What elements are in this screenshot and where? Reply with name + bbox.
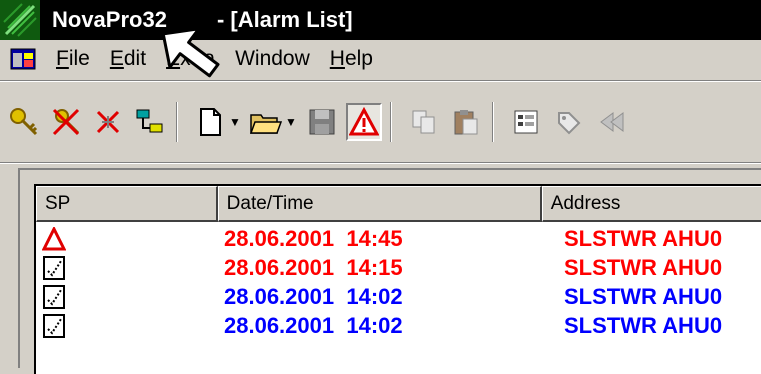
- new-dropdown-arrow-icon[interactable]: ▼: [228, 103, 242, 141]
- app-title: NovaPro32: [52, 7, 167, 32]
- toolbar-separator: [390, 102, 392, 142]
- toolbar-separator: [492, 102, 494, 142]
- properties-icon[interactable]: [508, 103, 544, 141]
- acknowledged-check-icon: [36, 282, 94, 311]
- mouse-pointer-icon: [161, 22, 222, 87]
- menu-edit-label: dit: [123, 47, 147, 70]
- menu-help-label: elp: [344, 47, 373, 70]
- column-header-sp[interactable]: SP: [36, 186, 218, 222]
- row-address: SLSTWR AHU0: [564, 283, 723, 309]
- row-address: SLSTWR AHU0: [564, 225, 723, 251]
- table-row[interactable]: 28.06.2001 14:45 SLSTWR AHU0: [36, 224, 761, 253]
- back-icon[interactable]: [592, 103, 628, 141]
- row-time: 14:15: [346, 254, 403, 280]
- row-time: 14:02: [346, 283, 403, 309]
- menu-file[interactable]: File: [46, 47, 100, 71]
- menu-edit[interactable]: Edit: [100, 47, 156, 71]
- alarm-list[interactable]: SP Date/Time Address 28.06.2001 14:45 SL…: [34, 184, 761, 374]
- row-datetime: 28.06.2001 14:15: [94, 255, 424, 281]
- acknowledged-check-icon: [36, 253, 94, 282]
- list-header: SP Date/Time Address: [36, 186, 761, 222]
- row-time: 14:45: [346, 225, 403, 251]
- mdi-child-window-icon[interactable]: [10, 47, 36, 71]
- menu-help[interactable]: Help: [320, 47, 383, 71]
- title-bar[interactable]: NovaPro32 - [Alarm List]: [0, 0, 761, 40]
- tag-icon[interactable]: [550, 103, 586, 141]
- row-date: 28.06.2001: [224, 312, 335, 338]
- row-datetime: 28.06.2001 14:45: [94, 226, 424, 252]
- paste-icon[interactable]: [448, 103, 484, 141]
- table-row[interactable]: 28.06.2001 14:02 SLSTWR AHU0: [36, 282, 761, 311]
- menu-file-label: ile: [68, 47, 90, 70]
- menu-file-access-key: F: [56, 47, 69, 70]
- row-time: 14:02: [346, 312, 403, 338]
- alarm-triangle-icon: [36, 224, 94, 253]
- acknowledged-check-icon: [36, 311, 94, 340]
- key-cross-icon[interactable]: [48, 103, 84, 141]
- row-address: SLSTWR AHU0: [564, 312, 723, 338]
- row-address: SLSTWR AHU0: [564, 254, 723, 280]
- open-dropdown-arrow-icon[interactable]: ▼: [284, 103, 298, 141]
- toolbar-bottom-divider: [0, 162, 761, 164]
- column-header-address[interactable]: Address: [541, 186, 761, 222]
- key-icon[interactable]: [6, 103, 42, 141]
- row-date: 28.06.2001: [224, 283, 335, 309]
- menu-window-label: Window: [235, 47, 310, 70]
- open-folder-icon[interactable]: [248, 103, 284, 141]
- new-document-icon[interactable]: [192, 103, 228, 141]
- column-header-datetime[interactable]: Date/Time: [217, 186, 542, 222]
- document-title: - [Alarm List]: [216, 7, 353, 32]
- menu-bar: File Edit Extra Window Help: [0, 40, 761, 78]
- disconnect-icon[interactable]: [90, 103, 126, 141]
- save-disk-icon[interactable]: [304, 103, 340, 141]
- alarm-warning-icon[interactable]: [346, 103, 382, 141]
- row-datetime: 28.06.2001 14:02: [94, 284, 424, 310]
- toolbar: ▼ ▼: [0, 84, 761, 160]
- row-date: 28.06.2001: [224, 254, 335, 280]
- alarm-rows: 28.06.2001 14:45 SLSTWR AHU0 28.06.2001 …: [36, 224, 761, 340]
- row-datetime: 28.06.2001 14:02: [94, 313, 424, 339]
- copy-icon[interactable]: [406, 103, 442, 141]
- table-row[interactable]: 28.06.2001 14:02 SLSTWR AHU0: [36, 311, 761, 340]
- menu-edit-access-key: E: [109, 47, 124, 70]
- menu-help-access-key: H: [329, 47, 345, 70]
- network-icon[interactable]: [132, 103, 168, 141]
- novapro-leaf-icon[interactable]: [0, 0, 40, 40]
- toolbar-separator: [176, 102, 178, 142]
- toolbar-top-divider: [0, 80, 761, 82]
- menu-window[interactable]: Window: [225, 47, 320, 71]
- row-date: 28.06.2001: [224, 225, 335, 251]
- table-row[interactable]: 28.06.2001 14:15 SLSTWR AHU0: [36, 253, 761, 282]
